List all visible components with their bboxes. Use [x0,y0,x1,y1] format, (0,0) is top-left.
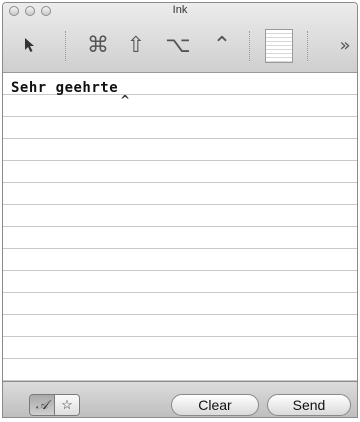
write-mode-button[interactable]: 𝒜 [30,395,55,415]
ink-text: Sehr geehrte [11,80,119,96]
window-title: Ink [172,4,188,16]
toolbar: ⌘ ⇧ ⌥ ⌃ » [3,25,357,69]
command-key-button[interactable]: ⌘ [83,29,113,61]
pointer-icon [25,38,34,52]
toolbar-separator [307,31,308,61]
option-key-button[interactable]: ⌥ [163,29,193,61]
send-button[interactable]: Send [267,394,351,416]
toolbar-separator [65,31,66,61]
star-mode-button[interactable]: ☆ [55,395,79,415]
toolbar-overflow-button[interactable]: » [335,29,355,61]
pointer-tool-button[interactable] [17,29,41,61]
ink-window: Ink ⌘ ⇧ ⌥ ⌃ » Sehr geehrte ^ 𝒜 ☆ Clear S… [2,2,358,418]
notepad-icon[interactable] [265,29,293,63]
title-bar: Ink ⌘ ⇧ ⌥ ⌃ » [3,3,357,73]
toolbar-separator [249,31,250,61]
control-key-button[interactable]: ⌃ [207,29,237,61]
clear-button[interactable]: Clear [171,394,259,416]
shift-key-button[interactable]: ⇧ [121,29,151,61]
mode-segmented-control: 𝒜 ☆ [29,394,80,416]
writing-area[interactable]: Sehr geehrte ^ [3,73,357,381]
insertion-caret-icon: ^ [120,93,131,107]
bottom-bar: 𝒜 ☆ Clear Send [3,381,357,417]
